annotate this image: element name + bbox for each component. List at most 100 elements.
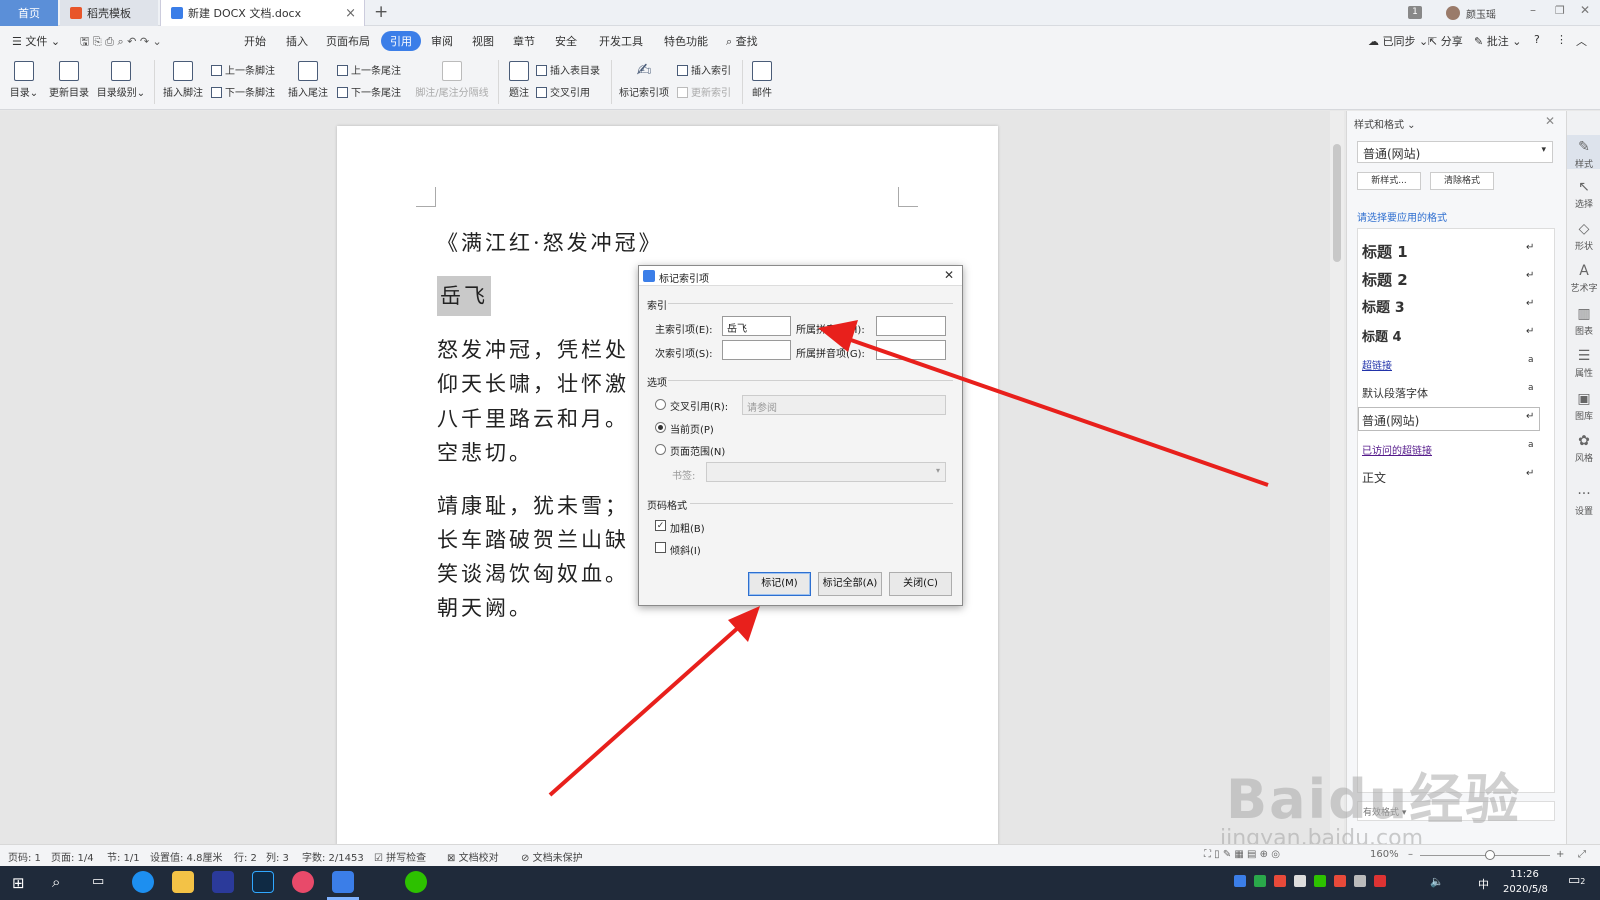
status-pages[interactable]: 页面: 1/4 xyxy=(51,849,94,864)
wps-writer-taskbar-icon[interactable] xyxy=(332,871,354,893)
proofread-button[interactable]: ⊠ 文档校对 xyxy=(447,849,499,864)
doc-author[interactable]: 岳飞 xyxy=(437,276,491,316)
toc-button[interactable]: 目录⌄ xyxy=(8,61,40,99)
caption-button[interactable]: 题注 xyxy=(505,61,533,99)
minimize-icon[interactable]: – xyxy=(1530,3,1536,17)
style-item-visited-link[interactable]: 已访问的超链接 xyxy=(1362,442,1432,457)
new-style-button[interactable]: 新样式... xyxy=(1357,172,1421,190)
scrollbar-thumb[interactable] xyxy=(1333,144,1341,262)
quick-access-toolbar[interactable]: 🖫 ⎘ ⎙ ⌕ ↶ ↷ ⌄ xyxy=(80,33,162,52)
ime-indicator[interactable]: 中 xyxy=(1478,876,1489,892)
style-item-heading3[interactable]: 标题 3 xyxy=(1362,297,1405,317)
insert-footnote-button[interactable]: 插入脚注 xyxy=(162,61,204,99)
main-entry-input[interactable]: 岳飞 xyxy=(722,316,791,336)
clear-format-button[interactable]: 清除格式 xyxy=(1430,172,1494,190)
file-explorer-icon[interactable] xyxy=(172,871,194,893)
comment-button[interactable]: ✎ 批注 ⌄ xyxy=(1474,33,1521,49)
clock-time[interactable]: 11:26 xyxy=(1510,869,1539,880)
tray-app-icon[interactable] xyxy=(1334,875,1346,887)
menu-file[interactable]: ☰ 文件 ⌄ xyxy=(12,33,60,49)
cross-ref-input[interactable]: 请参阅 xyxy=(742,395,946,415)
help-icon[interactable]: ? xyxy=(1534,33,1540,46)
next-endnote-button[interactable]: 下一条尾注 xyxy=(337,84,401,99)
menu-search[interactable]: ⌕ 查找 xyxy=(726,33,758,49)
menu-review[interactable]: 审阅 xyxy=(431,33,453,49)
browser-icon[interactable] xyxy=(132,871,154,893)
notification-icon[interactable]: ▭2 xyxy=(1568,873,1585,888)
selected-author-text[interactable]: 岳飞 xyxy=(437,276,491,316)
zoom-slider-handle[interactable] xyxy=(1485,850,1495,860)
prev-footnote-button[interactable]: 上一条脚注 xyxy=(211,62,275,77)
tray-app-icon[interactable] xyxy=(1374,875,1386,887)
style-item-hyperlink[interactable]: 超链接 xyxy=(1362,357,1392,372)
avatar[interactable] xyxy=(1446,6,1460,20)
protect-status[interactable]: ⊘ 文档未保护 xyxy=(521,849,583,864)
next-footnote-button[interactable]: 下一条脚注 xyxy=(211,84,275,99)
sidebar-gallery[interactable]: ▣ 图库 xyxy=(1567,391,1600,422)
sidebar-select[interactable]: ↖ 选择 xyxy=(1567,179,1600,210)
style-item-heading4[interactable]: 标题 4 xyxy=(1362,326,1402,345)
menu-home[interactable]: 开始 xyxy=(244,33,266,49)
current-style-select[interactable]: 普通(网站) ▾ xyxy=(1357,141,1553,163)
doc-line[interactable]: 笑谈渴饮匈奴血。 xyxy=(437,558,629,588)
sidebar-style[interactable]: ✎ 样式 xyxy=(1567,135,1600,170)
close-window-icon[interactable]: ✕ xyxy=(1580,3,1590,17)
update-toc-button[interactable]: 更新目录 xyxy=(46,61,92,99)
doc-line[interactable]: 朝天阙。 xyxy=(437,592,533,622)
bookmark-select[interactable]: ▾ xyxy=(706,462,946,482)
tray-app-icon[interactable] xyxy=(1254,875,1266,887)
close-tab-icon[interactable]: × xyxy=(345,6,356,21)
app-icon[interactable] xyxy=(292,871,314,893)
mark-all-button[interactable]: 标记全部(A) xyxy=(818,572,882,596)
zoom-out-icon[interactable]: – xyxy=(1408,849,1413,860)
style-item-heading1[interactable]: 标题 1 xyxy=(1362,241,1408,262)
network-icon[interactable] xyxy=(1354,875,1366,887)
cross-ref-button[interactable]: 交叉引用 xyxy=(536,84,590,99)
sidebar-settings[interactable]: ··· 设置 xyxy=(1567,486,1600,517)
insert-endnote-button[interactable]: 插入尾注 xyxy=(287,61,329,99)
italic-checkbox[interactable] xyxy=(655,542,666,553)
mark-index-button[interactable]: ✍ 标记索引项 xyxy=(618,61,670,100)
fit-window-icon[interactable]: ⤢ xyxy=(1578,849,1586,860)
doc-title[interactable]: 《满江红·怒发冲冠》 xyxy=(437,227,663,257)
view-mode-icons[interactable]: ⛶ ▯ ✎ ▦ ▤ ⊕ ◎ xyxy=(1204,849,1280,860)
sub-entry-input[interactable] xyxy=(722,340,791,360)
cross-ref-radio[interactable] xyxy=(655,399,666,410)
collapse-ribbon-icon[interactable]: ︿ xyxy=(1576,33,1587,49)
update-index-button[interactable]: 更新索引 xyxy=(677,84,731,99)
dialog-close-icon[interactable]: ✕ xyxy=(944,268,954,282)
mail-button[interactable]: 邮件 xyxy=(749,61,775,99)
sidebar-properties[interactable]: ☰ 属性 xyxy=(1567,348,1600,379)
zoom-in-icon[interactable]: + xyxy=(1556,849,1564,860)
menu-dev-tools[interactable]: 开发工具 xyxy=(599,33,643,49)
maximize-icon[interactable]: ❐ xyxy=(1555,4,1565,17)
doc-line[interactable]: 长车踏破贺兰山缺 xyxy=(437,524,629,554)
menu-view[interactable]: 视图 xyxy=(472,33,494,49)
insert-index-button[interactable]: 插入索引 xyxy=(677,62,731,77)
doc-line[interactable]: 怒发冲冠，凭栏处 xyxy=(437,334,629,364)
tray-app-icon[interactable] xyxy=(1274,875,1286,887)
task-view-icon[interactable]: ▭ xyxy=(92,874,104,889)
new-tab-button[interactable]: + xyxy=(374,2,388,22)
doc-line[interactable]: 仰天长啸，壮怀激 xyxy=(437,368,629,398)
doc-line[interactable]: 八千里路云和月。 xyxy=(437,403,629,433)
windows-start-icon[interactable]: ⊞ xyxy=(12,874,25,892)
spell-check-button[interactable]: ☑ 拼写检查 xyxy=(374,849,426,864)
style-item-body[interactable]: 正文 xyxy=(1362,469,1386,486)
zoom-level[interactable]: 160% xyxy=(1370,849,1399,860)
photoshop-icon[interactable] xyxy=(252,871,274,893)
current-page-radio[interactable] xyxy=(655,422,666,433)
tab-document[interactable]: 新建 DOCX 文档.docx × xyxy=(160,0,365,26)
doc-line[interactable]: 靖康耻，犹未雪； xyxy=(437,490,629,520)
prev-endnote-button[interactable]: 上一条尾注 xyxy=(337,62,401,77)
separator-button[interactable]: 脚注/尾注分隔线 xyxy=(412,61,492,99)
more-icon[interactable]: ⋮ xyxy=(1556,33,1567,46)
tray-app-icon[interactable] xyxy=(1234,875,1246,887)
search-icon[interactable]: ⌕ xyxy=(52,873,60,891)
menu-security[interactable]: 安全 xyxy=(555,33,577,49)
sidebar-wordart[interactable]: A 艺术字 xyxy=(1567,263,1600,294)
user-name[interactable]: 颜玉瑶 xyxy=(1466,6,1496,21)
menu-page-layout[interactable]: 页面布局 xyxy=(326,33,370,49)
close-button[interactable]: 关闭(C) xyxy=(889,572,952,596)
style-item-normal-web[interactable]: 普通(网站) xyxy=(1362,412,1419,429)
